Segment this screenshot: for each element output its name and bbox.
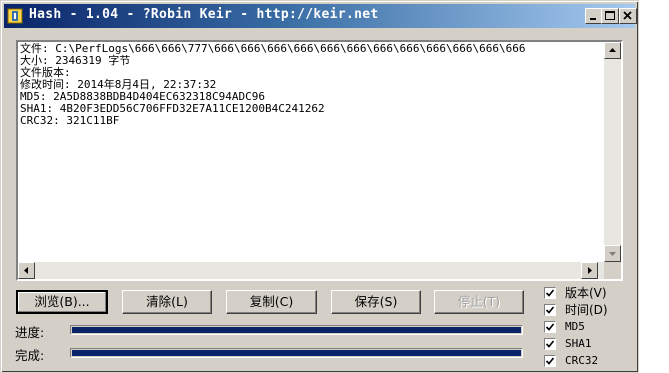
maximize-icon <box>605 11 615 20</box>
horizontal-scrollbar[interactable] <box>18 262 604 279</box>
progress-label: 进度: <box>15 325 45 340</box>
copy-button[interactable]: 复制(C) <box>226 290 317 314</box>
title-bar[interactable]: Hash - 1.04 - ?Robin Keir - http://keir.… <box>4 4 637 28</box>
checkmark-icon <box>545 323 555 331</box>
checkmark-icon <box>545 357 555 365</box>
scroll-left-button[interactable] <box>18 262 35 279</box>
checkbox-label: CRC32 <box>565 354 599 367</box>
checkbox-box[interactable] <box>544 338 556 350</box>
clear-button[interactable]: 清除(L) <box>122 290 212 314</box>
checkmark-icon <box>545 306 555 314</box>
checkbox-label: SHA1 <box>565 337 592 350</box>
checkbox-box[interactable] <box>544 304 556 316</box>
output-line: 大小: 2346319 字节 <box>20 54 131 67</box>
stop-button[interactable]: 停止(T) <box>434 290 524 314</box>
arrow-down-icon <box>609 252 616 256</box>
progress-bar <box>70 325 523 335</box>
checkbox-box[interactable] <box>544 355 556 367</box>
arrow-up-icon <box>609 48 616 52</box>
hash-output-text: 文件: C:\PerfLogs\666\666\777\666\666\666\… <box>20 43 600 261</box>
maximize-button[interactable] <box>601 8 619 24</box>
app-icon <box>7 8 23 24</box>
scroll-up-button[interactable] <box>604 42 621 59</box>
complete-bar-fill <box>72 350 521 356</box>
vertical-scrollbar[interactable] <box>604 42 621 262</box>
checkbox-box[interactable] <box>544 321 556 333</box>
output-line: CRC32: 321C11BF <box>20 114 120 127</box>
browse-button[interactable]: 浏览(B)... <box>16 290 108 314</box>
save-button[interactable]: 保存(S) <box>331 290 421 314</box>
minimize-icon <box>590 18 596 20</box>
checkbox-label: 时间(D) <box>565 303 608 317</box>
close-icon <box>623 11 632 20</box>
checkmark-icon <box>545 289 555 297</box>
arrow-left-icon <box>24 267 28 274</box>
arrow-right-icon <box>588 267 592 274</box>
scroll-down-button[interactable] <box>604 245 621 262</box>
checkbox-label: 版本(V) <box>565 286 607 300</box>
hash-window: Hash - 1.04 - ?Robin Keir - http://keir.… <box>0 0 639 373</box>
progress-bar-fill <box>72 327 521 333</box>
window-title: Hash - 1.04 - ?Robin Keir - http://keir.… <box>29 7 379 22</box>
scrollbar-corner <box>604 262 621 279</box>
checkbox-box[interactable] <box>544 287 556 299</box>
checkbox-label: MD5 <box>565 320 585 333</box>
close-button[interactable] <box>619 8 637 24</box>
complete-bar <box>70 348 523 358</box>
scroll-right-button[interactable] <box>581 262 598 279</box>
complete-label: 完成: <box>15 348 45 363</box>
hash-output-textarea[interactable]: 文件: C:\PerfLogs\666\666\777\666\666\666\… <box>16 40 623 281</box>
checkmark-icon <box>545 340 555 348</box>
